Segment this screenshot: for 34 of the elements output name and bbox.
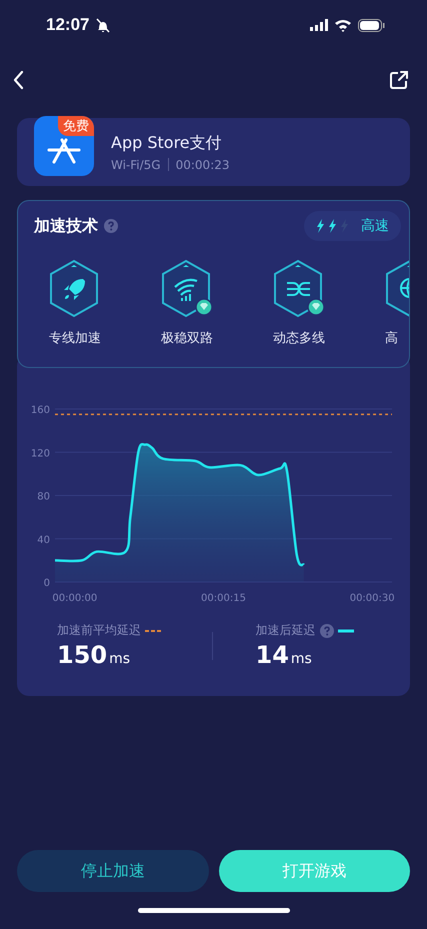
dashed-legend-icon [145, 628, 161, 632]
line-legend-icon [338, 628, 354, 632]
section-title: 加速技术 [34, 216, 98, 236]
y-tick-label: 80 [37, 492, 50, 502]
session-duration: 00:00:23 [176, 158, 230, 172]
network-type: Wi-Fi/5G [111, 158, 161, 172]
back-icon[interactable] [12, 70, 25, 90]
y-tick-label: 160 [30, 405, 50, 416]
share-icon[interactable] [389, 70, 409, 90]
latency-unit: ms [109, 651, 130, 667]
x-tick-label: 00:00:00 [52, 593, 98, 604]
x-tick-label: 00:00:15 [201, 593, 246, 604]
latency-unit: ms [290, 651, 312, 667]
feature-label: 动态多线 [273, 330, 325, 347]
feature-label: 高 [385, 330, 399, 347]
stat-label: 加速前平均延迟 [57, 622, 141, 639]
y-tick-label: 40 [37, 534, 50, 546]
stop-button[interactable]: 停止加速 [17, 850, 208, 892]
speed-level-pill: 高速 [304, 211, 401, 241]
feature-label: 极稳双路 [161, 330, 213, 347]
latency-value: 150 [57, 641, 108, 669]
stat-label: 加速后延迟 [256, 622, 316, 639]
wifi-icon [334, 18, 352, 32]
bell-muted-icon [95, 17, 112, 33]
battery-icon [358, 18, 385, 32]
status-time: 12:07 [46, 15, 90, 35]
y-tick-label: 120 [30, 448, 50, 460]
app-name: App Store支付 [111, 132, 223, 154]
signal-icon [310, 19, 328, 31]
feature-label: 专线加速 [49, 330, 101, 347]
latency-value: 14 [256, 641, 289, 669]
free-badge: 免费 [58, 116, 94, 136]
x-tick-label: 00:00:30 [350, 593, 395, 604]
y-tick-label: 0 [44, 578, 50, 589]
